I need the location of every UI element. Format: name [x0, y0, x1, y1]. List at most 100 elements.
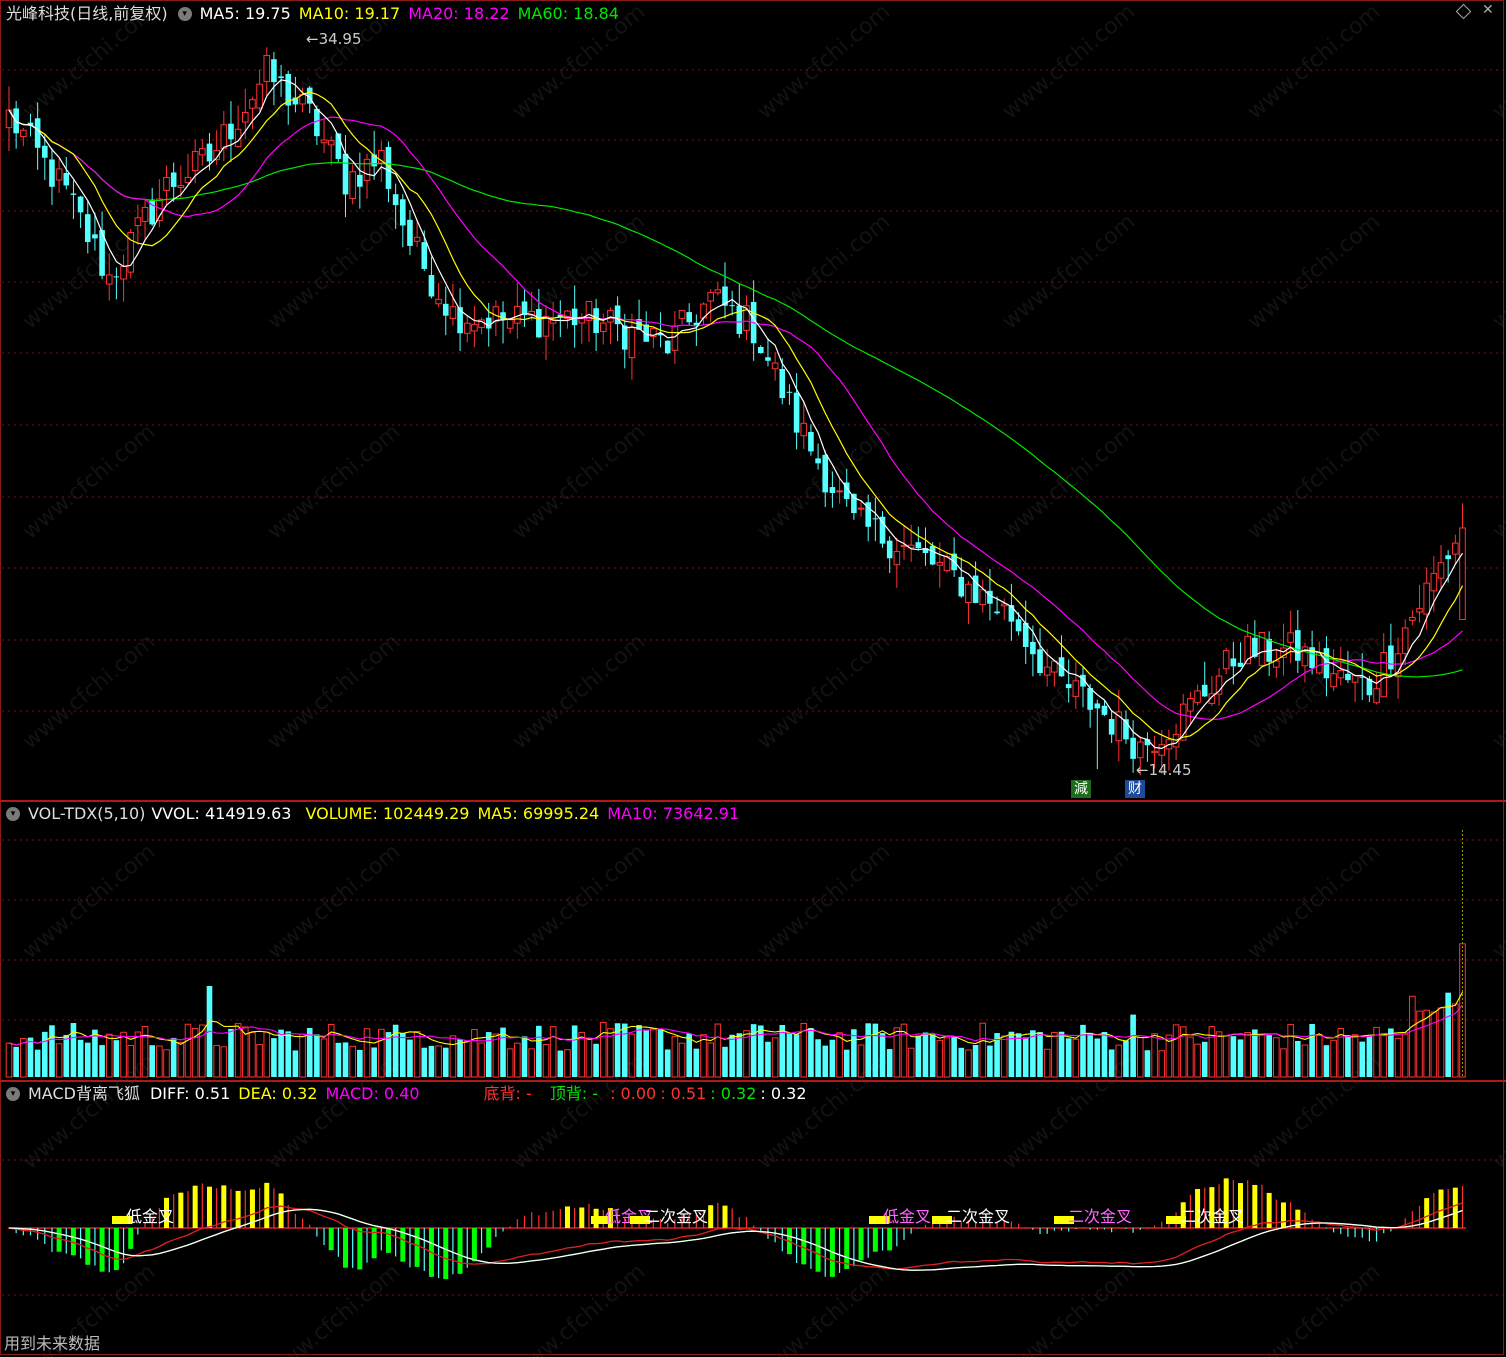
low-price-label: ←14.45 [1136, 761, 1192, 779]
candle-body-down [765, 357, 771, 361]
volume-bar-up [1222, 1035, 1230, 1078]
volume-bar-down [929, 1034, 936, 1077]
candle-body-down [808, 432, 814, 452]
watermark-text: www.cfchi.com [1488, 0, 1506, 125]
candle-body-down [872, 518, 879, 520]
candle-body-down [1388, 645, 1394, 670]
volume-bar-down [536, 1025, 542, 1077]
volume-bar-down [1108, 1049, 1115, 1077]
volume-bar-up [435, 1045, 442, 1078]
macd-hist-weak [85, 1228, 91, 1265]
candle-body-up [893, 551, 901, 566]
candle-body-up [163, 176, 170, 191]
stock-chart-svg[interactable]: www.cfchi.com www.cfchi.com www.cfchi.com w… [0, 0, 1506, 1357]
volume-bar-up [1051, 1032, 1058, 1078]
vol-ma5-label: MA5: 69995.24 [477, 804, 600, 823]
watermark-text: www.cfchi.com [1243, 209, 1385, 334]
volume-bar-down [428, 1045, 435, 1077]
watermark-text: www.cfchi.com [263, 419, 405, 544]
volume-bar-up [163, 1049, 170, 1078]
chevron-down-icon[interactable]: ▾ [6, 806, 20, 821]
macd-hist-strong [1280, 1202, 1286, 1228]
volume-bar-down [829, 1039, 836, 1077]
watermark-text: www.cfchi.com [18, 629, 160, 754]
volume-bar-down [170, 1037, 177, 1077]
macd-hist-strong [708, 1205, 714, 1228]
volume-bar-up [1072, 1038, 1080, 1078]
volume-bar-up [55, 1043, 63, 1078]
macd-hist-weak [128, 1228, 134, 1249]
candle-body-down [500, 312, 506, 321]
high-price-label: ←34.95 [306, 30, 362, 48]
volume-bar-up [700, 1034, 707, 1078]
close-icon[interactable]: ✕ [1482, 2, 1494, 18]
volume-bar-up [184, 1023, 192, 1078]
reduce-tag[interactable]: 減 [1071, 780, 1091, 798]
macd-hist-weak [486, 1228, 492, 1248]
watermark-text: www.cfchi.com [998, 0, 1140, 125]
candle-body-down [879, 516, 886, 544]
volume-bar-down [1065, 1038, 1072, 1077]
volume-bars-group [5, 943, 1466, 1078]
dea-line [8, 1208, 1463, 1271]
volume-bar-up [979, 1022, 987, 1078]
volume-bar-up [585, 1038, 593, 1078]
volume-bar-down [664, 1049, 671, 1077]
candle-body-up [177, 185, 185, 189]
watermark-text: www.cfchi.com [1243, 1259, 1385, 1357]
volume-bar-down [99, 1045, 105, 1077]
volume-bar-up [1000, 1035, 1008, 1078]
volume-bar-down [400, 1033, 406, 1077]
candle-body-up [20, 129, 27, 138]
candle-body-up [1409, 616, 1416, 621]
volume-bar-down [278, 1029, 284, 1077]
candle-body-down [793, 392, 800, 433]
candle-body-down [170, 172, 177, 187]
candle-body-down [1108, 718, 1115, 735]
candle-body-down [70, 193, 77, 195]
macd-hist-strong [564, 1206, 570, 1228]
candle-body-down [664, 340, 671, 354]
candle-body-down [1237, 662, 1244, 667]
volume-bar-down [1323, 1045, 1330, 1077]
volume-bar-down [843, 1049, 850, 1077]
candle-body-up [965, 583, 972, 604]
volume-bar-down [271, 1038, 277, 1077]
candle-body-up [836, 490, 843, 493]
volume-bar-up [943, 1037, 951, 1078]
watermark-text: www.cfchi.com [508, 839, 650, 964]
volume-bar-down [951, 1036, 957, 1077]
watermark-text: www.cfchi.com [753, 0, 895, 125]
volume-bar-down [1130, 1014, 1136, 1077]
ma60-line [8, 109, 1463, 678]
volume-bar-down [872, 1023, 879, 1077]
candle-body-up [363, 158, 371, 181]
candle-body-down [621, 325, 628, 350]
macd-value-1: : 0.00 [610, 1084, 657, 1103]
golden-cross-label: 低金叉 [126, 1207, 174, 1226]
volume-bar-down [149, 1045, 155, 1077]
candle-body-down [987, 590, 993, 604]
volume-bar-down [1201, 1041, 1208, 1077]
panel-separator-volume [0, 800, 1506, 802]
volume-bar-up [1244, 1032, 1251, 1078]
chevron-down-icon[interactable]: ▾ [6, 1086, 20, 1101]
candle-body-down [92, 234, 98, 239]
vvol-label: VVOL: 414919.63 [151, 804, 292, 823]
volume-bar-up [156, 1045, 163, 1078]
volume-bar-down [1345, 1035, 1351, 1077]
candle-body-up [1072, 680, 1080, 697]
candle-body-up [1437, 562, 1445, 579]
candle-body-up [249, 99, 256, 109]
chevron-down-icon[interactable]: ▾ [177, 6, 192, 21]
candle-body-down [736, 305, 743, 334]
candle-body-up [857, 507, 865, 510]
top-divergence-label: 顶背: - [549, 1084, 599, 1103]
volume-bar-up [263, 1031, 271, 1078]
volume-bar-down [1080, 1024, 1086, 1077]
candle-body-down [485, 317, 492, 329]
candle-body-down [428, 275, 435, 297]
volume-bar-down [285, 1031, 292, 1077]
volume-bar-down [342, 1042, 349, 1077]
finance-tag[interactable]: 财 [1125, 780, 1145, 798]
